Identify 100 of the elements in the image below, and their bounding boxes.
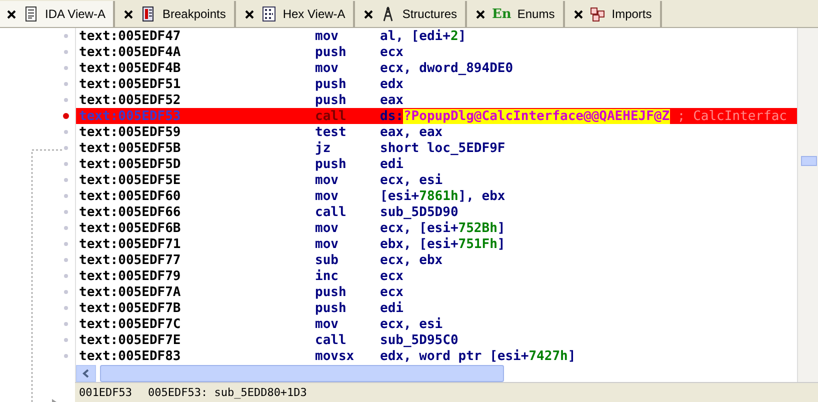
operand-text: eax (380, 92, 404, 108)
mnemonic: mov (315, 28, 340, 44)
mnemonic: call (315, 108, 348, 124)
list-icon (140, 6, 156, 22)
mnemonic: mov (315, 60, 340, 76)
address: text:005EDF59 (78, 124, 182, 140)
code-line[interactable]: text:005EDF7A push ecx (76, 284, 797, 300)
code-line[interactable]: text:005EDF52 push eax (76, 92, 797, 108)
close-icon[interactable] (363, 8, 374, 20)
operand-text: ecx, esi (380, 172, 443, 188)
address: text:005EDF60 (78, 188, 182, 204)
code-line[interactable]: text:005EDF7E call sub_5D95C0 (76, 332, 797, 348)
mnemonic: mov (315, 220, 340, 236)
mnemonic: sub (315, 252, 340, 268)
address: text:005EDF5E (78, 172, 182, 188)
code-line[interactable]: text:005EDF4B mov ecx, dword_894DE0 (76, 60, 797, 76)
mnemonic: inc (315, 268, 340, 284)
code-line[interactable]: text:005EDF77 sub ecx, ebx (76, 252, 797, 268)
address: text:005EDF51 (78, 76, 182, 92)
mnemonic: mov (315, 188, 340, 204)
mnemonic: call (315, 204, 348, 220)
tab[interactable]: IDA View-A (0, 1, 116, 27)
mnemonic: mov (315, 172, 340, 188)
close-icon[interactable] (244, 8, 255, 20)
document-icon (23, 6, 39, 22)
operand-text: edi (380, 156, 404, 172)
status-text: 005EDF53: sub_5EDD80+1D3 (148, 386, 307, 399)
operand-text: eax, eax (380, 124, 443, 140)
operand-text: ecx, ebx (380, 252, 443, 268)
mnemonic: push (315, 284, 348, 300)
address: text:005EDF7E (78, 332, 182, 348)
code-line[interactable]: text:005EDF59 test eax, eax (76, 124, 797, 140)
operand-text: edi (380, 300, 404, 316)
code-line[interactable]: text:005EDF66 call sub_5D5D90 (76, 204, 797, 220)
mnemonic: push (315, 156, 348, 172)
status-text: 001EDF53 (79, 386, 132, 399)
blocks-icon (590, 6, 606, 22)
address: text:005EDF4B (78, 60, 182, 76)
operand-text: ecx (380, 268, 404, 284)
mnemonic: mov (315, 236, 340, 252)
code-line[interactable]: text:005EDF5B jz short loc_5EDF9F (76, 140, 797, 156)
code-line[interactable]: text:005EDF71 mov ebx, [esi+751Fh] (76, 236, 797, 252)
code-line[interactable]: text:005EDF47 mov al, [edi+2] (76, 28, 797, 44)
address: text:005EDF77 (78, 252, 182, 268)
code-line[interactable]: text:005EDF7B push edi (76, 300, 797, 316)
code-line[interactable]: text:005EDF7C mov ecx, esi (76, 316, 797, 332)
code-line[interactable]: text:005EDF60 mov [esi+7861h], ebx (76, 188, 797, 204)
code-line[interactable]: text:005EDF6B mov ecx, [esi+752Bh] (76, 220, 797, 236)
scroll-left-button[interactable] (76, 365, 96, 382)
address: text:005EDF66 (78, 204, 182, 220)
mnemonic: movsx (315, 348, 356, 364)
code-line[interactable]: text:005EDF51 push edx (76, 76, 797, 92)
close-icon[interactable] (6, 8, 17, 20)
operand-text: ebx, [esi+751Fh] (380, 236, 506, 252)
address: text:005EDF71 (78, 236, 182, 252)
close-icon[interactable] (123, 8, 134, 20)
address: text:005EDF79 (78, 268, 182, 284)
mnemonic: mov (315, 316, 340, 332)
address: text:005EDF5B (78, 140, 182, 156)
address: text:005EDF7A (78, 284, 182, 300)
operand-text: sub_5D5D90 (380, 204, 458, 220)
mnemonic: jz (315, 140, 332, 156)
code-line[interactable]: text:005EDF83 movsx edx, word ptr [esi+7427h] (76, 348, 797, 364)
address: text:005EDF7B (78, 300, 182, 316)
address: text:005EDF4A (78, 44, 182, 60)
enum-icon: En (492, 6, 512, 22)
grid-icon (260, 6, 277, 22)
mnemonic: call (315, 332, 348, 348)
operand-text: ecx, [esi+752Bh] (380, 220, 506, 236)
code-line[interactable]: text:005EDF5D push edi (76, 156, 797, 172)
mnemonic: push (315, 300, 348, 316)
code-line[interactable]: text:005EDF79 inc ecx (76, 268, 797, 284)
mnemonic: push (315, 44, 348, 60)
operand-text: edx (380, 76, 404, 92)
address: text:005EDF52 (78, 92, 182, 108)
scrollbar-thumb[interactable] (100, 365, 504, 382)
address: text:005EDF6B (78, 220, 182, 236)
operand-text: ds:?PopupDlg@CalcInterface@@QAEHEJF@Z ; CalcInterfac (380, 108, 787, 124)
code-line[interactable]: text:005EDF4A push ecx (76, 44, 797, 60)
vertical-scrollbar[interactable] (797, 28, 818, 382)
operand-text: edx, word ptr [esi+7427h] (380, 348, 576, 364)
operand-text: ecx, dword_894DE0 (380, 60, 514, 76)
address: text:005EDF47 (78, 28, 182, 44)
mnemonic: push (315, 76, 348, 92)
address: text:005EDF5D (78, 156, 182, 172)
caret-icon (82, 369, 90, 378)
operand-text: [esi+7861h], ebx (380, 188, 506, 204)
mnemonic: push (315, 92, 348, 108)
code-line[interactable]: text:005EDF5E mov ecx, esi (76, 172, 797, 188)
operand-text: short loc_5EDF9F (380, 140, 506, 156)
operand-text: ecx, esi (380, 316, 443, 332)
operand-text: ecx (380, 44, 404, 60)
close-icon[interactable] (572, 8, 584, 20)
address: text:005EDF83 (78, 348, 182, 364)
operand-text: ecx (380, 284, 404, 300)
address: text:005EDF53 (78, 108, 182, 124)
mnemonic: test (315, 124, 348, 140)
close-icon[interactable] (475, 8, 486, 20)
address: text:005EDF7C (78, 316, 182, 332)
operand-text: al, [edi+2] (380, 28, 466, 44)
